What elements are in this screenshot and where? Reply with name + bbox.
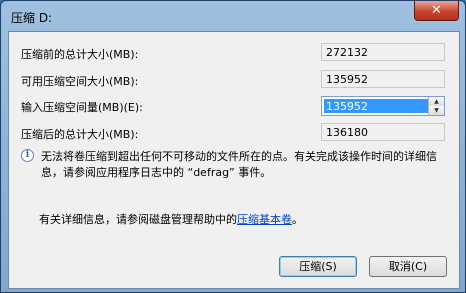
title-bar[interactable]: 压缩 D: ✕ — [1, 1, 465, 31]
shrink-dialog: 压缩 D: ✕ 压缩前的总计大小(MB): 272132 可用压缩空间大小(MB… — [0, 0, 466, 293]
info-icon: i — [21, 149, 34, 162]
shrink-amount-spinner[interactable]: ▲ ▼ — [321, 96, 445, 116]
window-title: 压缩 D: — [11, 11, 53, 25]
available-space-label: 可用压缩空间大小(MB): — [21, 75, 139, 88]
size-after-label: 压缩后的总计大小(MB): — [21, 128, 139, 141]
available-space-value: 135952 — [321, 70, 445, 88]
help-detail: 有关详细信息，请参阅磁盘管理帮助中的压缩基本卷。 — [39, 211, 303, 227]
close-button[interactable]: ✕ — [414, 1, 459, 21]
shrink-button[interactable]: 压缩(S) — [279, 256, 357, 277]
dialog-body: 压缩前的总计大小(MB): 272132 可用压缩空间大小(MB): 13595… — [8, 31, 460, 289]
info-message: 无法将卷压缩到超出任何不可移动的文件所在的点。有关完成该操作时间的详细信息，请参… — [41, 150, 437, 179]
spin-down-button[interactable]: ▼ — [428, 106, 444, 115]
chevron-up-icon: ▲ — [434, 98, 439, 105]
size-before-value: 272132 — [321, 43, 445, 61]
shrink-basic-volume-link[interactable]: 压缩基本卷 — [237, 213, 292, 226]
size-before-label: 压缩前的总计大小(MB): — [21, 48, 139, 61]
close-icon: ✕ — [431, 3, 442, 18]
help-detail-prefix: 有关详细信息，请参阅磁盘管理帮助中的 — [39, 213, 237, 226]
cancel-button[interactable]: 取消(C) — [369, 256, 447, 277]
help-detail-suffix: 。 — [292, 213, 303, 226]
chevron-down-icon: ▼ — [434, 107, 439, 114]
shrink-amount-input[interactable] — [324, 99, 428, 113]
size-after-value: 136180 — [321, 123, 445, 141]
shrink-amount-label: 输入压缩空间量(MB)(E): — [21, 101, 143, 114]
